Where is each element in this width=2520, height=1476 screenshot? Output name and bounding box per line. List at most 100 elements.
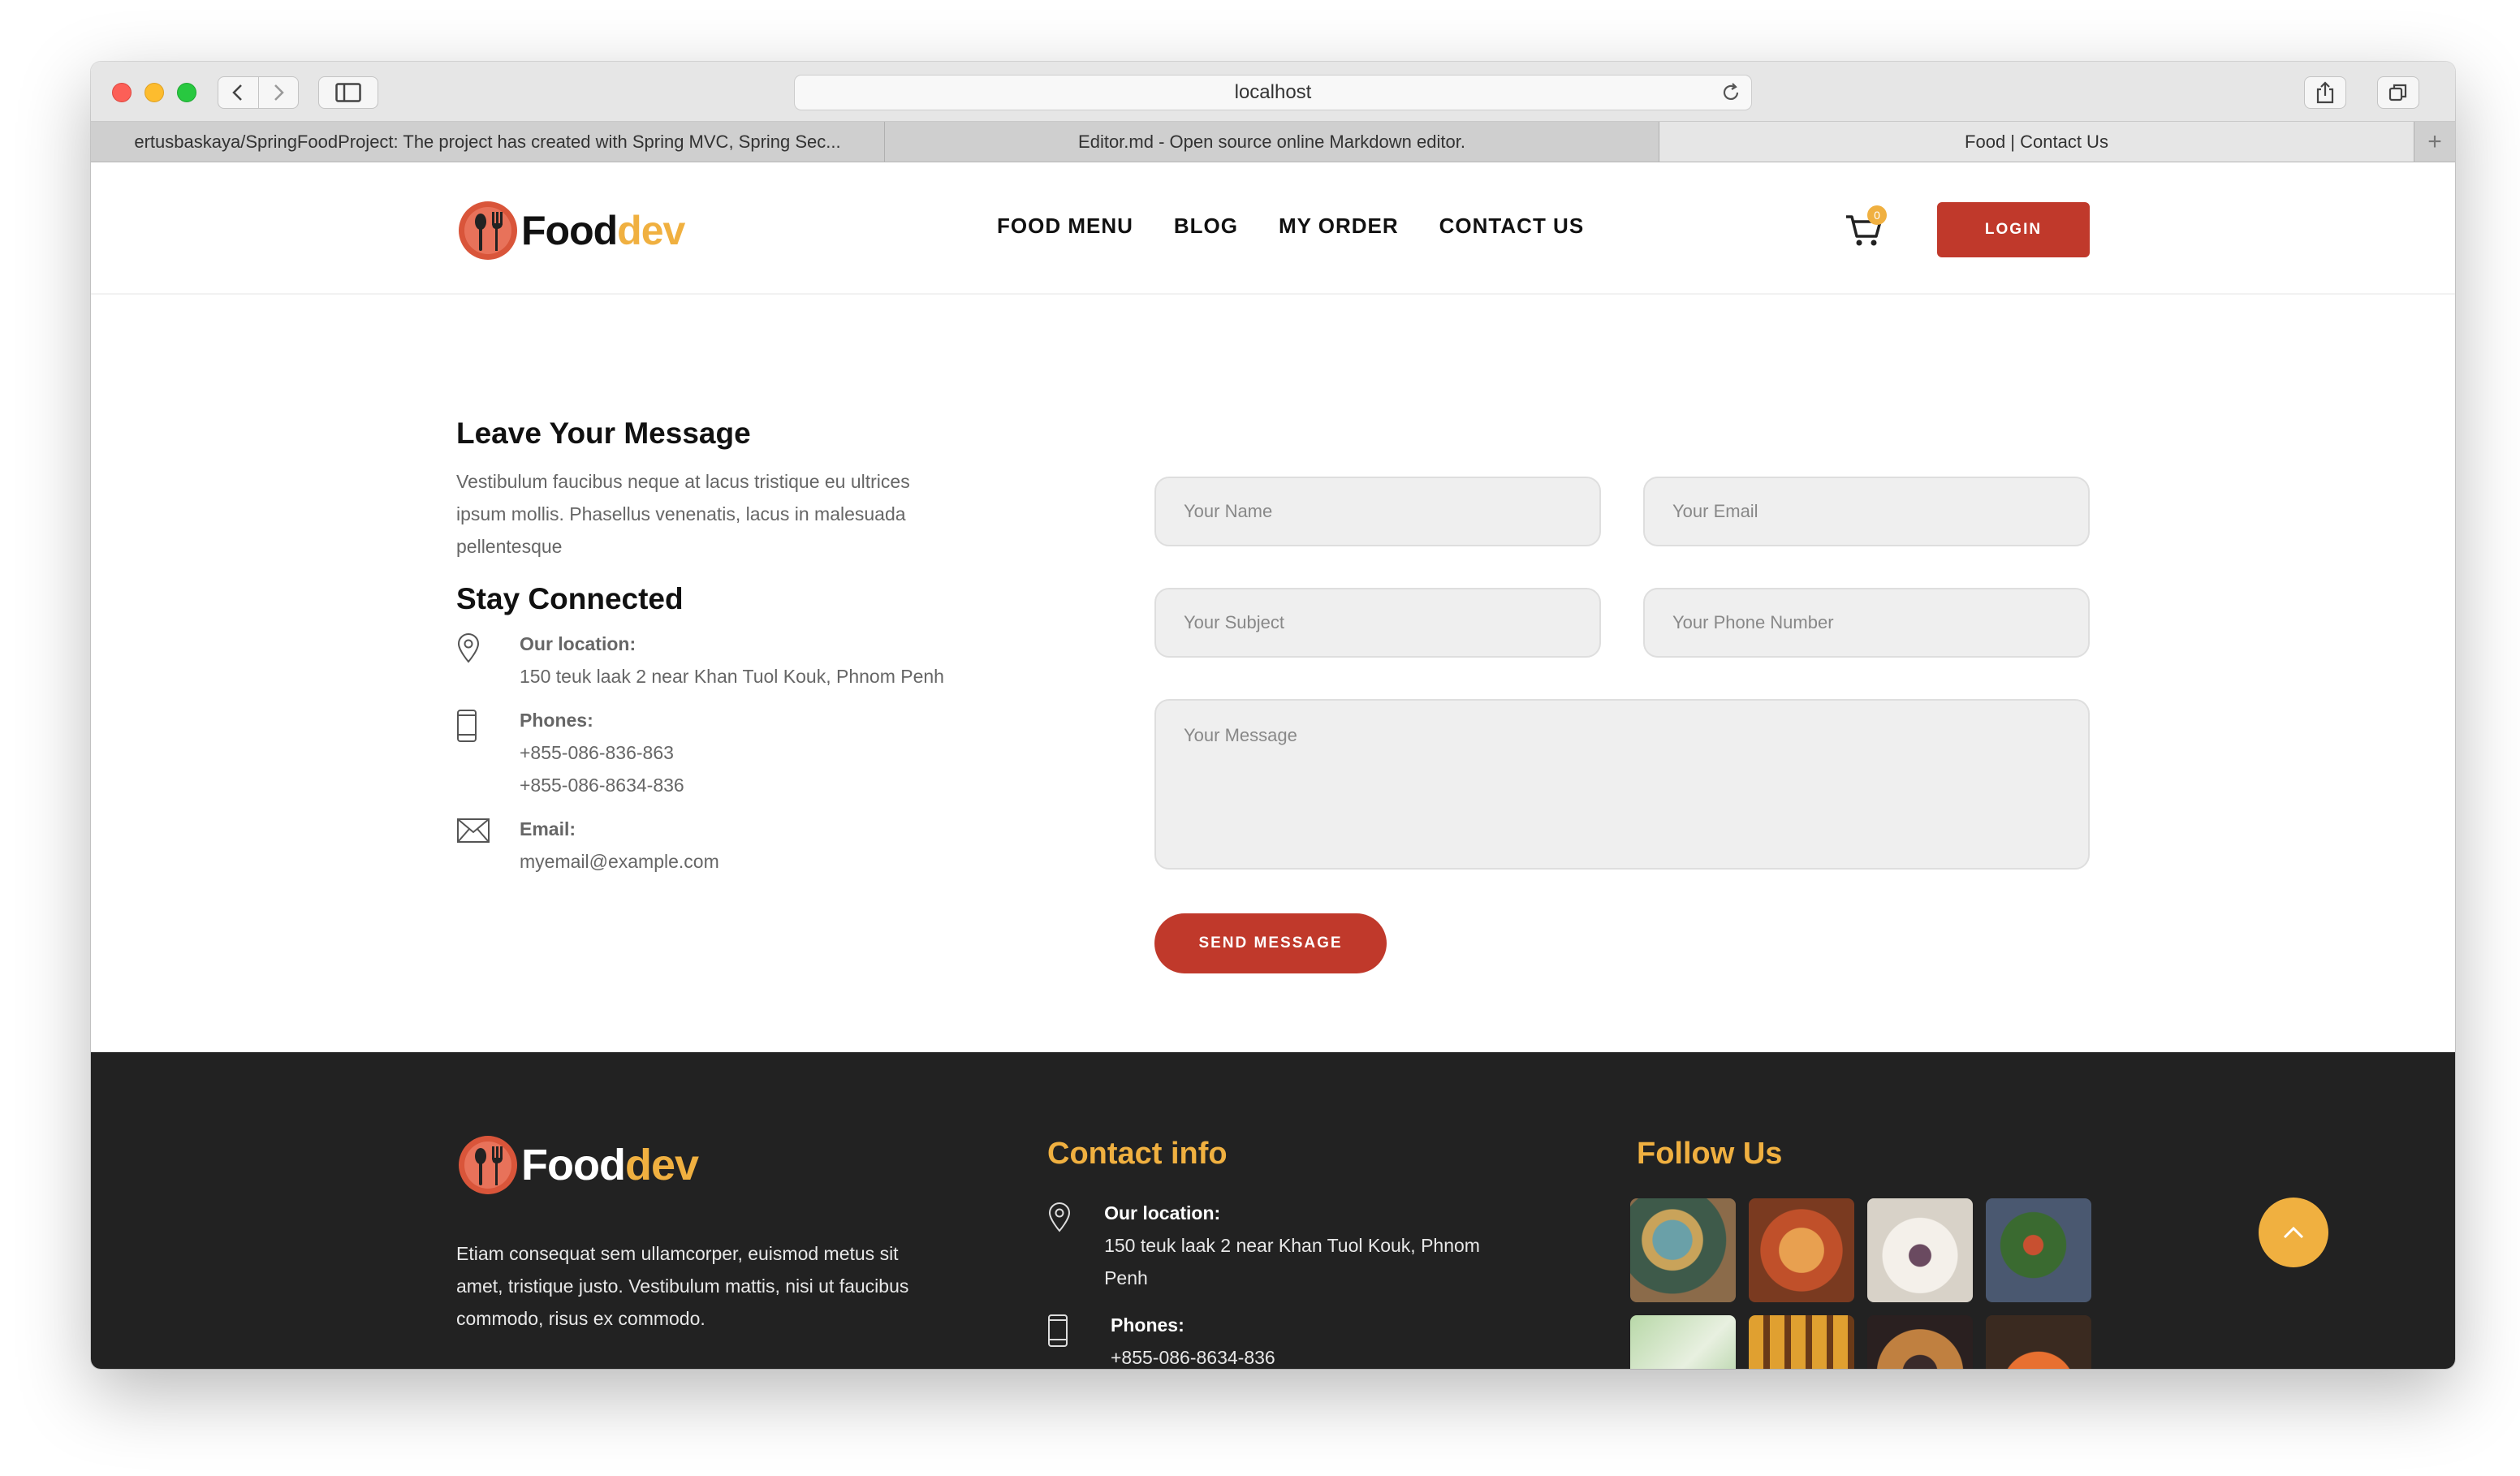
gallery-image[interactable] [1749,1198,1854,1302]
phone-value-1: +855-086-836-863 [520,742,674,763]
web-page: Fooddev FOOD MENU BLOG MY ORDER CONTACT … [91,163,2455,1369]
sidebar-toggle-button[interactable] [318,76,378,109]
footer-logo-wordmark: Fooddev [521,1140,699,1190]
footer-phone-icon-wrap [1047,1309,1111,1369]
message-placeholder: Your Message [1184,725,1297,745]
phone-icon-wrap [456,704,520,801]
subject-input[interactable]: Your Subject [1154,588,1601,658]
share-icon [2316,81,2334,104]
gallery-image[interactable] [1986,1198,2091,1302]
instagram-gallery [1630,1198,2091,1369]
nav-food-menu[interactable]: FOOD MENU [997,214,1133,239]
gallery-image[interactable] [1867,1198,1973,1302]
phone-placeholder: Your Phone Number [1672,612,1834,632]
site-footer: Fooddev Etiam consequat sem ullamcorper,… [91,1052,2455,1369]
name-placeholder: Your Name [1184,501,1273,521]
location-item: Our location: 150 teuk laak 2 near Khan … [456,628,1025,693]
share-button[interactable] [2304,76,2346,109]
footer-location-icon-wrap [1047,1197,1104,1294]
login-button[interactable]: LOGIN [1937,202,2090,257]
stay-connected-title: Stay Connected [456,582,684,615]
history-nav-group [218,76,299,109]
footer-phones-item: Phones: +855-086-8634-836 [1047,1309,1486,1369]
site-header: Fooddev FOOD MENU BLOG MY ORDER CONTACT … [91,163,2455,295]
tab-github[interactable]: ertusbaskaya/SpringFoodProject: The proj… [91,122,885,162]
fooddev-logo-icon [459,201,517,260]
address-text: localhost [1234,81,1312,103]
footer-phones-label: Phones: [1111,1314,1184,1336]
chevron-up-icon [2283,1226,2304,1239]
email-label: Email: [520,818,576,839]
back-button[interactable] [218,77,259,108]
footer-logo-icon [459,1136,517,1194]
footer-follow-title: Follow Us [1637,1137,1783,1171]
gallery-image[interactable] [1749,1315,1854,1369]
location-value: 150 teuk laak 2 near Khan Tuol Kouk, Phn… [520,666,944,687]
nav-blog[interactable]: BLOG [1174,214,1238,239]
email-item: Email: myemail@example.com [456,813,1025,878]
email-value[interactable]: myemail@example.com [520,845,719,878]
envelope-icon [457,818,490,843]
subject-placeholder: Your Subject [1184,612,1284,632]
gallery-image[interactable] [1630,1315,1736,1369]
contact-intro-text: Vestibulum faucibus neque at lacus trist… [456,471,910,557]
phone-value-2: +855-086-8634-836 [520,775,684,796]
tabs-overview-icon [2388,84,2407,101]
new-tab-button[interactable]: + [2414,122,2455,162]
contact-info-section: Leave Your Message Vestibulum faucibus n… [456,416,1025,878]
message-textarea[interactable]: Your Message [1154,699,2090,870]
minimize-window-button[interactable] [145,83,164,102]
phone-input[interactable]: Your Phone Number [1643,588,2090,658]
logo-dev-text: dev [617,208,685,253]
show-tabs-button[interactable] [2377,76,2419,109]
cart-count-badge: 0 [1867,205,1887,225]
main-nav: FOOD MENU BLOG MY ORDER CONTACT US [997,214,1584,239]
footer-contact-list: Our location: 150 teuk laak 2 near Khan … [1047,1197,1486,1369]
footer-phone-value: +855-086-8634-836 [1111,1347,1275,1368]
footer-logo-food: Food [521,1141,626,1189]
phones-label: Phones: [520,710,593,731]
maximize-window-button[interactable] [177,83,196,102]
browser-window: localhost ertusbaskaya/SpringFoodProject… [91,62,2455,1369]
name-input[interactable]: Your Name [1154,477,1601,546]
tab-bar: ertusbaskaya/SpringFoodProject: The proj… [91,122,2455,162]
tab-editor-md[interactable]: Editor.md - Open source online Markdown … [885,122,1659,162]
footer-about-text: Etiam consequat sem ullamcorper, euismod… [456,1243,909,1329]
mobile-phone-icon [1048,1314,1068,1347]
gallery-image[interactable] [1867,1315,1973,1369]
close-window-button[interactable] [112,83,132,102]
location-pin-icon [457,633,480,663]
email-input[interactable]: Your Email [1643,477,2090,546]
nav-contact-us[interactable]: CONTACT US [1439,214,1585,239]
location-icon-wrap [456,628,520,693]
footer-logo-dev: dev [624,1141,699,1189]
scroll-to-top-button[interactable] [2259,1198,2328,1267]
tab-food-contact[interactable]: Food | Contact Us [1659,122,2414,162]
email-placeholder: Your Email [1672,501,1758,521]
sidebar-icon [335,83,361,102]
logo-food-text: Food [521,208,618,253]
leave-message-title: Leave Your Message [456,416,751,450]
location-label: Our location: [520,633,636,654]
logo-wordmark: Fooddev [521,207,685,254]
footer-location-value: 150 teuk laak 2 near Khan Tuol Kouk, Phn… [1104,1235,1480,1288]
gallery-image[interactable] [1986,1315,2091,1369]
address-bar[interactable]: localhost [794,75,1752,110]
chevron-left-icon [232,84,243,101]
chevron-right-icon [274,84,284,101]
footer-location-label: Our location: [1104,1202,1221,1224]
location-pin-icon [1048,1202,1071,1232]
mobile-phone-icon [457,710,477,742]
browser-titlebar: localhost [91,62,2455,122]
footer-contact-title: Contact info [1047,1137,1228,1171]
phones-item: Phones: +855-086-836-863 +855-086-8634-8… [456,704,1025,801]
site-logo[interactable]: Fooddev [456,199,685,262]
footer-location-item: Our location: 150 teuk laak 2 near Khan … [1047,1197,1486,1294]
send-message-button[interactable]: SEND MESSAGE [1154,913,1387,973]
footer-logo[interactable]: Fooddev [456,1133,699,1197]
nav-my-order[interactable]: MY ORDER [1279,214,1399,239]
forward-button[interactable] [259,77,299,108]
email-icon-wrap [456,813,520,878]
reload-icon[interactable] [1720,82,1741,103]
gallery-image[interactable] [1630,1198,1736,1302]
